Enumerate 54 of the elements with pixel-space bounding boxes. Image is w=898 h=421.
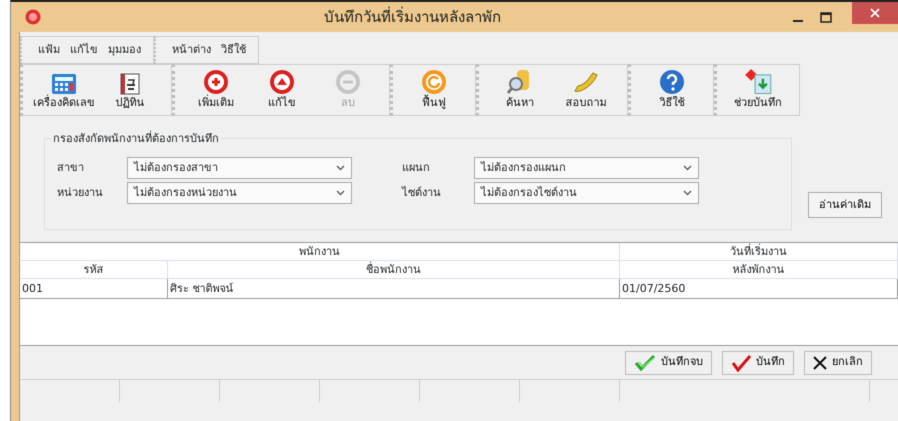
field-label: สาขา	[57, 160, 85, 176]
read-button[interactable]: อ่านค่าเดิม	[808, 192, 882, 218]
finish-save-button[interactable]: บันทึกจบ	[625, 350, 712, 374]
chevron-down-icon	[336, 165, 345, 171]
column-header: หลังพักงาน	[620, 261, 898, 279]
document-arrow-icon	[743, 67, 773, 94]
plus-circle-icon	[203, 68, 229, 94]
toolbar-button[interactable]: วิธีใช้	[639, 65, 705, 115]
toolbar-button[interactable]: สอบถาม	[553, 65, 619, 115]
column-header: วันที่เริ่มงาน	[620, 243, 898, 261]
field-label: ไซต์งาน	[400, 184, 442, 201]
column-header: รหัส	[20, 261, 168, 279]
toolbar-button[interactable]: แก้ไข	[249, 65, 315, 115]
chevron-down-icon	[683, 190, 692, 196]
dropdown-field[interactable]: ไม่ต้องกรองไซต์งาน	[474, 182, 699, 204]
menu-item[interactable]: แฟ้ม	[38, 42, 60, 58]
column-header: พนักงาน	[20, 243, 620, 261]
dropdown-field[interactable]: ไม่ต้องกรองสาขา	[127, 157, 352, 179]
refresh-icon	[421, 68, 447, 94]
save-button[interactable]: บันทึก	[722, 350, 794, 374]
toolbar-button[interactable]: ค้นหา	[487, 65, 553, 115]
maximize-icon	[820, 12, 832, 22]
menu-item[interactable]: วิธีใช้	[221, 42, 246, 58]
chevron-down-icon	[683, 165, 692, 171]
toolbar-button[interactable]: เพิ่มเติม	[183, 65, 249, 115]
toolbar-button[interactable]: ฟื้นฟู	[401, 65, 467, 115]
help-icon	[659, 68, 685, 94]
menu-item[interactable]: หน้าต่าง	[172, 42, 211, 58]
field-label: หน่วยงาน	[57, 184, 104, 201]
close-icon	[870, 8, 880, 18]
minus-circle-icon	[335, 68, 361, 94]
toolbar-button[interactable]: ช่วยบันทึก	[725, 65, 791, 115]
menu-item[interactable]: มุมมอง	[108, 42, 141, 58]
window-title: บันทึกวันที่เริ่มงานหลังลาพัก	[323, 6, 502, 28]
chevron-down-icon	[336, 190, 345, 196]
menu-item[interactable]: แก้ไข	[70, 42, 98, 58]
close-icon	[813, 356, 827, 370]
calculator-icon	[51, 72, 77, 94]
minimize-icon	[793, 20, 803, 22]
toolbar-button[interactable]: เครื่องคิดเลข	[31, 65, 97, 115]
column-header: ชื่อพนักงาน	[168, 261, 620, 279]
cancel-button[interactable]: ยกเลิก	[804, 350, 872, 374]
table-cell: 01/07/2560	[620, 279, 898, 299]
up-triangle-circle-icon	[269, 68, 295, 94]
field-label: แผนก	[401, 160, 431, 176]
toolbar-button[interactable]: ปฏิทิน	[97, 65, 163, 115]
check-icon	[731, 354, 751, 372]
close-button[interactable]	[852, 2, 898, 24]
app-icon	[25, 8, 41, 25]
dropdown-field[interactable]: ไม่ต้องกรองหน่วยงาน	[127, 182, 352, 204]
double-check-icon	[634, 354, 656, 372]
table-cell: 001	[20, 279, 168, 299]
dropdown-field[interactable]: ไม่ต้องกรองแผนก	[474, 157, 699, 179]
table-cell: ศิระ ชาติพจน์	[168, 279, 620, 299]
